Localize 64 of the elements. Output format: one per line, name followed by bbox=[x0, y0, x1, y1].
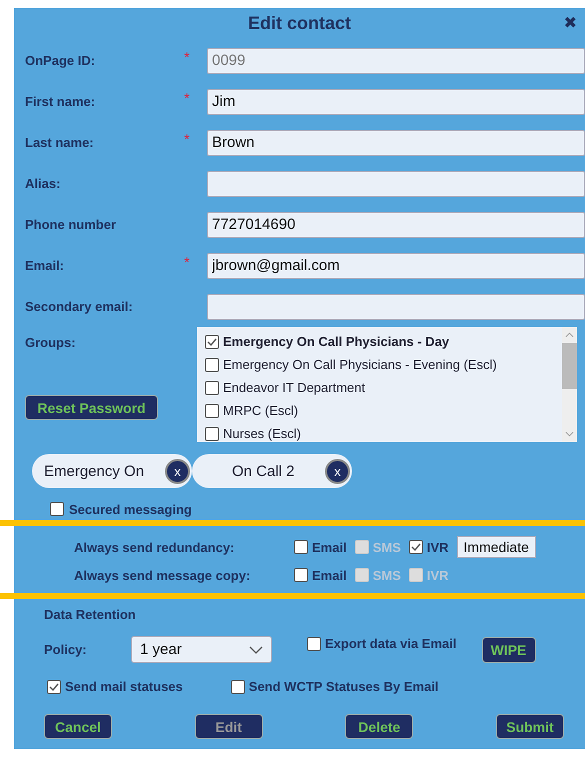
checkbox[interactable] bbox=[205, 426, 219, 440]
chip-label: On Call 2 bbox=[232, 462, 295, 480]
action-button[interactable]: Delete bbox=[345, 714, 414, 739]
remove-button[interactable]: x bbox=[325, 458, 350, 484]
required-mark: * bbox=[184, 131, 190, 147]
field-label: Phone number bbox=[25, 217, 118, 232]
checkbox[interactable] bbox=[47, 680, 61, 694]
chevron-down-icon bbox=[249, 646, 263, 654]
checkbox[interactable] bbox=[205, 404, 219, 418]
checkbox[interactable] bbox=[294, 568, 308, 582]
input-field[interactable]: Brown bbox=[207, 130, 585, 156]
checkbox-label: Send WCTP Statuses By Email bbox=[248, 679, 439, 694]
required-mark: * bbox=[184, 49, 190, 65]
checkbox[interactable] bbox=[50, 502, 64, 516]
section-heading: Data Retention bbox=[44, 607, 137, 622]
input-field[interactable] bbox=[207, 170, 585, 196]
required-mark: * bbox=[184, 254, 190, 270]
action-button[interactable]: Cancel bbox=[44, 714, 112, 739]
input-field[interactable]: Jim bbox=[207, 88, 585, 114]
checkbox-label: IVR bbox=[426, 568, 449, 582]
checkbox-label: Email bbox=[312, 568, 347, 582]
checkbox-label: IVR bbox=[426, 540, 449, 554]
checkbox-label: Secured messaging bbox=[69, 502, 192, 516]
field-label: Secondary email: bbox=[25, 299, 134, 314]
input-field[interactable]: jbrown@gmail.com bbox=[207, 252, 585, 278]
groups-label: Groups: bbox=[25, 335, 77, 350]
checkbox-label: Email bbox=[312, 540, 347, 554]
group-name: Emergency On Call Physicians - Day bbox=[223, 334, 450, 349]
checkbox[interactable] bbox=[294, 540, 308, 554]
checkbox[interactable] bbox=[205, 334, 219, 348]
group-name: Endeavor IT Department bbox=[223, 380, 366, 395]
field-label: Last name: bbox=[25, 135, 95, 150]
checkbox-label: Export data via Email bbox=[325, 636, 456, 651]
input-field[interactable]: 0099 bbox=[207, 48, 585, 74]
checkbox[interactable] bbox=[230, 680, 245, 694]
close-button[interactable]: ✖ bbox=[564, 13, 577, 32]
chip-label: Emergency On bbox=[44, 462, 144, 480]
field-label: First name: bbox=[25, 94, 96, 109]
policy-label: Policy: bbox=[44, 642, 88, 657]
immediate-button[interactable]: Immediate bbox=[456, 536, 536, 558]
field-label: OnPage ID: bbox=[25, 53, 96, 68]
required-mark: * bbox=[184, 90, 190, 106]
reset-password-button[interactable]: Reset Password bbox=[25, 395, 158, 420]
checkbox-label: Send mail statuses bbox=[65, 679, 183, 694]
group-name: MRPC (Escl) bbox=[223, 403, 298, 418]
input-field[interactable] bbox=[207, 294, 585, 320]
policy-select[interactable]: 1 year bbox=[131, 636, 272, 663]
checkbox[interactable] bbox=[408, 540, 423, 554]
dialog-title: Edit contact bbox=[248, 12, 351, 34]
checkbox[interactable] bbox=[307, 636, 321, 650]
option-label: Always send redundancy: bbox=[74, 540, 236, 554]
option-label: Always send message copy: bbox=[74, 568, 252, 582]
field-label: Email: bbox=[25, 258, 66, 273]
wipe-button[interactable]: WIPE bbox=[482, 636, 536, 662]
checkbox[interactable] bbox=[205, 380, 219, 394]
remove-button[interactable]: x bbox=[165, 458, 190, 484]
group-name: Nurses (Escl) bbox=[223, 426, 302, 441]
checkbox-label: SMS bbox=[372, 568, 401, 582]
checkbox[interactable] bbox=[205, 358, 219, 372]
checkbox-label: SMS bbox=[372, 540, 401, 554]
action-button[interactable]: Submit bbox=[496, 714, 564, 739]
field-label: Alias: bbox=[25, 176, 62, 191]
input-field[interactable]: 7727014690 bbox=[207, 212, 585, 238]
group-name: Emergency On Call Physicians - Evening (Escl) bbox=[223, 357, 497, 372]
